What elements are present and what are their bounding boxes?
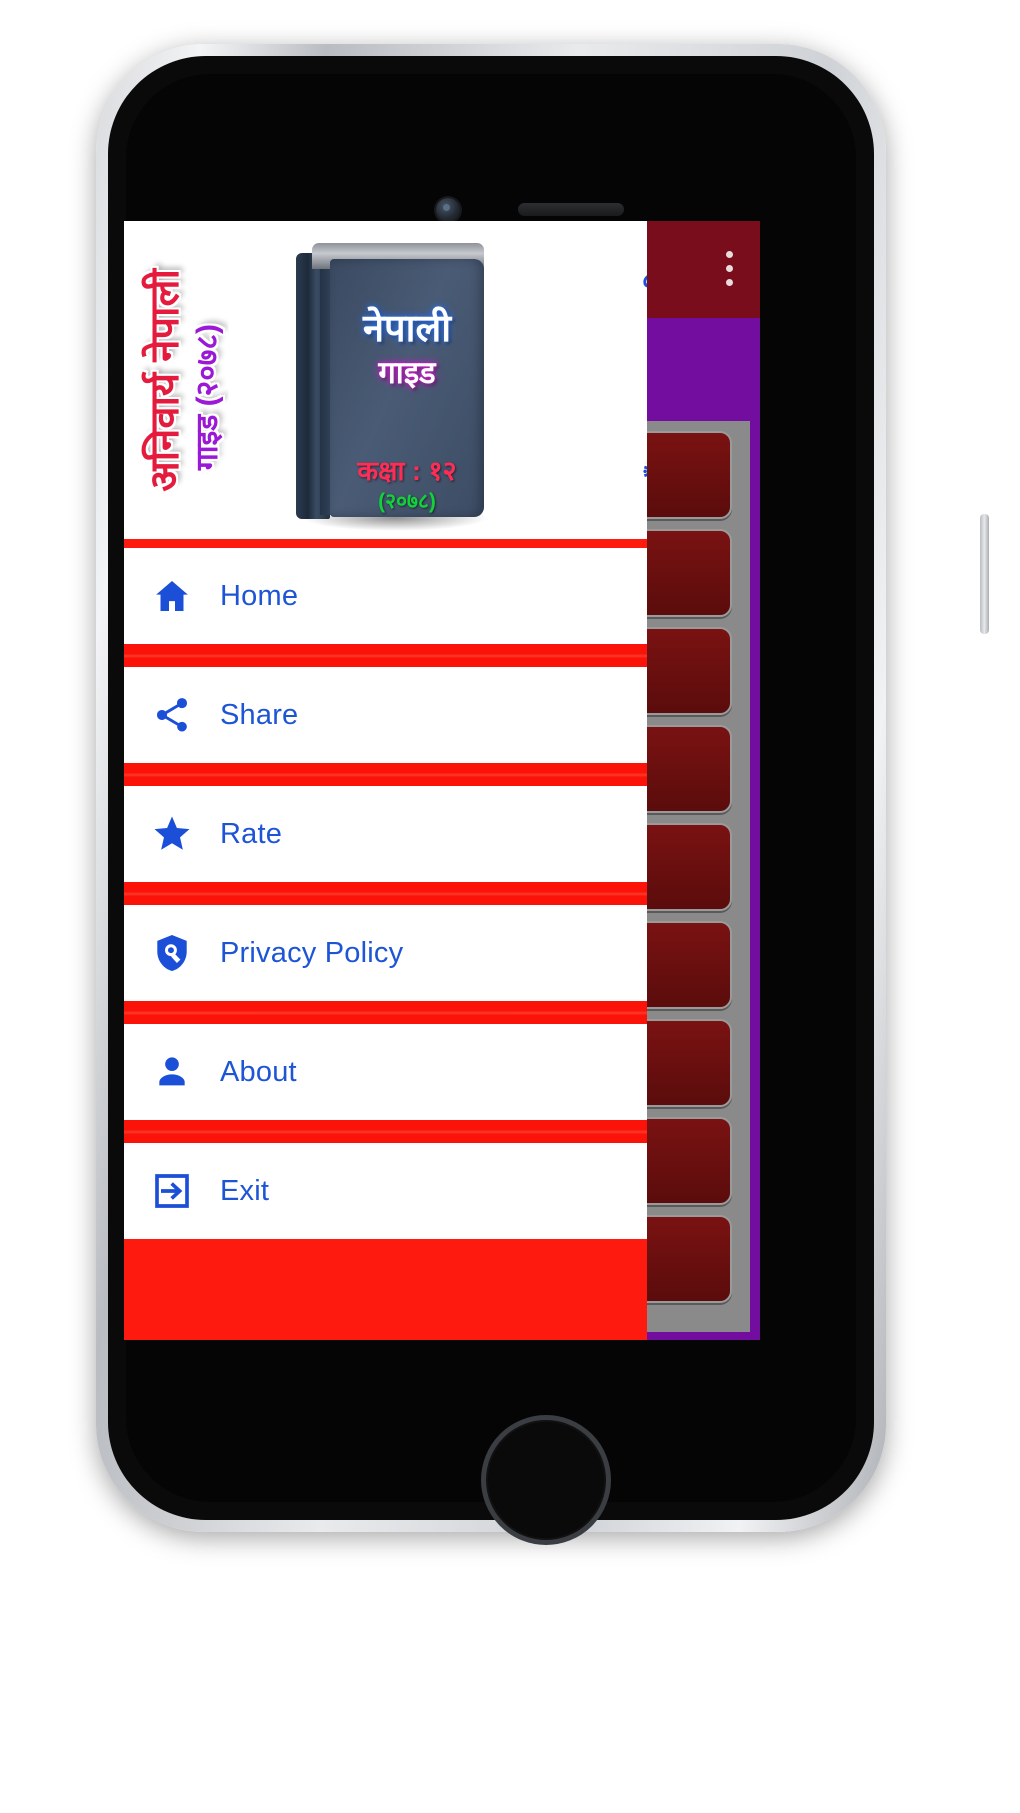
- drawer-item-label: About: [220, 1055, 297, 1088]
- person-icon: [124, 1052, 220, 1092]
- book-year-line: (२०७८): [378, 490, 436, 513]
- navigation-drawer: अनिवार्य नेपाली गाइड (२०७८) नेपाली गाइड …: [124, 221, 647, 1340]
- drawer-item-label: Home: [220, 579, 299, 612]
- front-camera-icon: [436, 198, 460, 222]
- drawer-item-label: Rate: [220, 817, 283, 850]
- drawer-footer-space: [124, 1239, 647, 1340]
- menu-divider: [124, 644, 647, 667]
- earpiece-speaker: [518, 203, 624, 216]
- menu-divider: [124, 1120, 647, 1143]
- drawer-item-home[interactable]: Home: [124, 548, 647, 644]
- menu-divider: [124, 882, 647, 905]
- book-front-cover: नेपाली गाइड कक्षा : १२ (२०७८): [330, 259, 484, 517]
- drawer-item-share[interactable]: Share: [124, 667, 647, 763]
- header-left-secondary-text: गाइड (२०७८): [191, 323, 224, 471]
- app-screen: ) ा) न) ाा): [124, 221, 760, 1340]
- share-icon: [124, 695, 220, 735]
- book-title-line2: गाइड: [378, 355, 436, 390]
- drawer-menu-list: Home Share Rate Privacy Policy About Exi…: [124, 539, 647, 1340]
- drawer-item-label: Share: [220, 698, 299, 731]
- home-icon: [124, 576, 220, 616]
- star-icon: [124, 813, 220, 855]
- menu-divider: [124, 1001, 647, 1024]
- screenshot-root: ) ा) न) ाा): [0, 0, 1020, 1813]
- power-button[interactable]: [980, 514, 989, 634]
- book-title-line1: नेपाली: [362, 308, 452, 350]
- exit-icon: [124, 1171, 220, 1211]
- drawer-item-about[interactable]: About: [124, 1024, 647, 1120]
- drawer-header-left-text-group: अनिवार्य नेपाली गाइड (२०७८): [143, 221, 224, 539]
- drawer-item-label: Privacy Policy: [220, 936, 404, 969]
- home-button[interactable]: [481, 1415, 611, 1545]
- book-class-line: कक्षा : १२: [357, 456, 457, 486]
- shield-search-icon: [124, 932, 220, 974]
- book-cover-image: नेपाली गाइड कक्षा : १२ (२०७८): [296, 243, 488, 531]
- menu-divider: [124, 539, 647, 548]
- drawer-item-rate[interactable]: Rate: [124, 786, 647, 882]
- drawer-header-right-text-group: नयाँ पाठ्यक्रममा आधारित कक्षा : १२: [644, 221, 647, 539]
- menu-divider: [124, 763, 647, 786]
- drawer-item-exit[interactable]: Exit: [124, 1143, 647, 1239]
- drawer-item-privacy-policy[interactable]: Privacy Policy: [124, 905, 647, 1001]
- drawer-item-label: Exit: [220, 1174, 270, 1207]
- header-left-primary-text: अनिवार्य नेपाली: [143, 268, 187, 492]
- drawer-header: अनिवार्य नेपाली गाइड (२०७८) नेपाली गाइड …: [124, 221, 647, 539]
- more-vertical-icon[interactable]: [726, 251, 734, 289]
- header-right-primary-text: नयाँ पाठ्यक्रममा आधारित: [644, 254, 647, 506]
